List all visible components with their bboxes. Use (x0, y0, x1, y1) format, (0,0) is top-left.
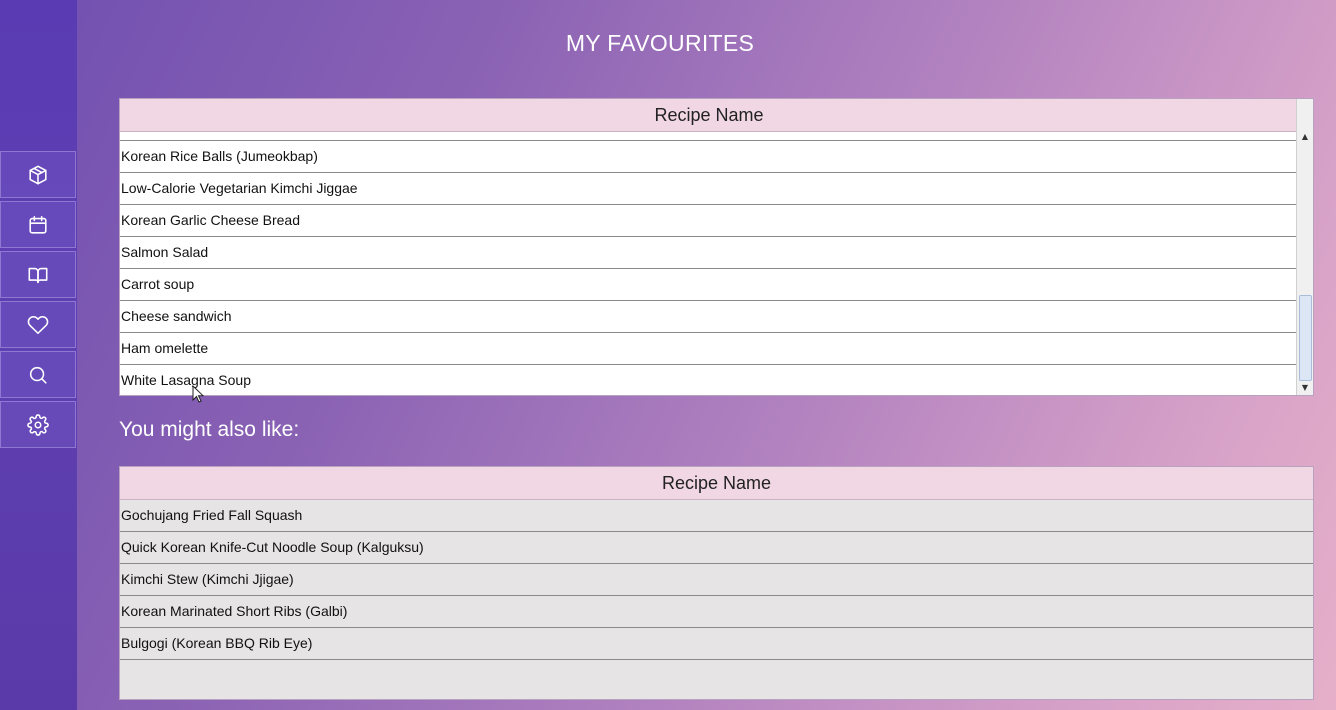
table-row[interactable]: Gochujang Fried Fall Squash (120, 500, 1313, 532)
scroll-down-arrow-icon[interactable]: ▼ (1297, 380, 1313, 394)
table-row[interactable]: Salmon Salad (120, 237, 1298, 269)
sidebar-item-book[interactable] (0, 251, 76, 298)
table-row[interactable]: Korean Garlic Cheese Bread (120, 205, 1298, 237)
scroll-thumb[interactable] (1299, 295, 1312, 381)
table-row[interactable] (120, 132, 1298, 141)
suggestions-title: You might also like: (119, 418, 300, 441)
favourites-column-header[interactable]: Recipe Name (120, 99, 1298, 132)
scroll-up-arrow-icon[interactable]: ▲ (1297, 129, 1313, 143)
search-icon (29, 366, 47, 384)
table-row[interactable]: Korean Marinated Short Ribs (Galbi) (120, 596, 1313, 628)
sidebar-item-settings[interactable] (0, 401, 76, 448)
favourites-table-body: Korean Rice Balls (Jumeokbap) Low-Calori… (120, 132, 1298, 395)
table-row[interactable]: Ham omelette (120, 333, 1298, 365)
book-icon (28, 267, 48, 283)
table-row[interactable]: Low-Calorie Vegetarian Kimchi Jiggae (120, 173, 1298, 205)
suggestions-table: Recipe Name Gochujang Fried Fall Squash … (119, 466, 1314, 700)
table-row[interactable]: Quick Korean Knife-Cut Noodle Soup (Kalg… (120, 532, 1313, 564)
sidebar (0, 0, 77, 710)
sidebar-item-search[interactable] (0, 351, 76, 398)
table-row[interactable]: Bulgogi (Korean BBQ Rib Eye) (120, 628, 1313, 660)
favourites-scrollbar[interactable]: ▲ ▼ (1296, 99, 1313, 395)
calendar-icon (29, 215, 47, 234)
sidebar-item-favourites[interactable] (0, 301, 76, 348)
table-row[interactable]: Kimchi Stew (Kimchi Jjigae) (120, 564, 1313, 596)
table-row[interactable]: White Lasagna Soup (120, 365, 1298, 395)
table-row[interactable]: Carrot soup (120, 269, 1298, 301)
sidebar-item-calendar[interactable] (0, 201, 76, 248)
table-row[interactable]: Cheese sandwich (120, 301, 1298, 333)
heart-icon (27, 315, 49, 334)
box-icon (29, 165, 47, 184)
favourites-table: Recipe Name Korean Rice Balls (Jumeokbap… (119, 98, 1314, 396)
mouse-cursor-icon (192, 385, 204, 403)
suggestions-column-header[interactable]: Recipe Name (120, 467, 1313, 500)
settings-icon (27, 413, 49, 436)
page-title: MY FAVOURITES (565, 30, 755, 56)
table-row[interactable]: Korean Rice Balls (Jumeokbap) (120, 141, 1298, 173)
sidebar-item-box[interactable] (0, 151, 76, 198)
